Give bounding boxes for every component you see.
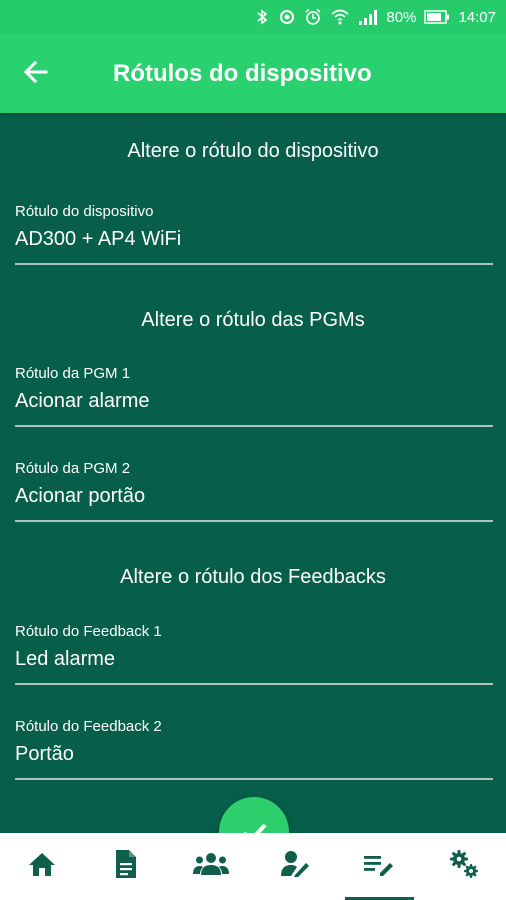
- settings-icon: [448, 848, 480, 885]
- battery-icon: [424, 10, 450, 24]
- pgm1-label-field[interactable]: Rótulo da PGM 1: [15, 365, 493, 427]
- app-bar: Rótulos do dispositivo: [0, 34, 506, 113]
- clock-time: 14:07: [458, 8, 496, 26]
- device-label-input[interactable]: [15, 223, 493, 255]
- section-title-device: Altere o rótulo do dispositivo: [127, 140, 379, 162]
- field-label: Rótulo do Feedback 1: [15, 623, 162, 640]
- nav-labels[interactable]: [337, 833, 421, 900]
- nav-settings[interactable]: [422, 833, 506, 900]
- nav-users[interactable]: [169, 833, 253, 900]
- document-icon: [113, 849, 139, 884]
- pgm2-label-input[interactable]: [15, 480, 493, 512]
- bluetooth-icon: [254, 9, 270, 25]
- field-label: Rótulo do Feedback 2: [15, 718, 162, 735]
- feedback1-label-field[interactable]: Rótulo do Feedback 1: [15, 623, 493, 685]
- list-edit-icon: [363, 852, 395, 881]
- nav-user-edit[interactable]: [253, 833, 337, 900]
- section-title-feedbacks: Altere o rótulo dos Feedbacks: [120, 566, 386, 588]
- section-title-pgms: Altere o rótulo das PGMs: [141, 309, 365, 331]
- status-bar: 80% 14:07: [0, 0, 506, 34]
- field-label: Rótulo do dispositivo: [15, 203, 154, 220]
- field-label: Rótulo da PGM 2: [15, 460, 131, 477]
- bottom-nav: [0, 833, 506, 900]
- signal-icon: [358, 9, 378, 25]
- back-button[interactable]: [18, 56, 54, 92]
- alarm-icon: [304, 8, 322, 26]
- feedback2-label-input[interactable]: [15, 738, 493, 770]
- battery-percent: 80%: [386, 8, 417, 26]
- device-label-field[interactable]: Rótulo do dispositivo: [15, 203, 493, 265]
- labels-form: Altere o rótulo do dispositivo Rótulo do…: [0, 113, 506, 833]
- field-label: Rótulo da PGM 1: [15, 365, 131, 382]
- sync-icon: [278, 8, 296, 26]
- pgm2-label-field[interactable]: Rótulo da PGM 2: [15, 460, 493, 522]
- home-icon: [27, 850, 57, 883]
- feedback1-label-input[interactable]: [15, 643, 493, 675]
- feedback2-label-field[interactable]: Rótulo do Feedback 2: [15, 718, 493, 780]
- user-edit-icon: [280, 850, 310, 883]
- pgm1-label-input[interactable]: [15, 385, 493, 417]
- users-icon: [192, 851, 229, 882]
- wifi-icon: [330, 8, 350, 26]
- nav-documents[interactable]: [84, 833, 168, 900]
- page-title: Rótulos do dispositivo: [113, 60, 372, 87]
- arrow-left-icon: [23, 59, 49, 90]
- nav-home[interactable]: [0, 833, 84, 900]
